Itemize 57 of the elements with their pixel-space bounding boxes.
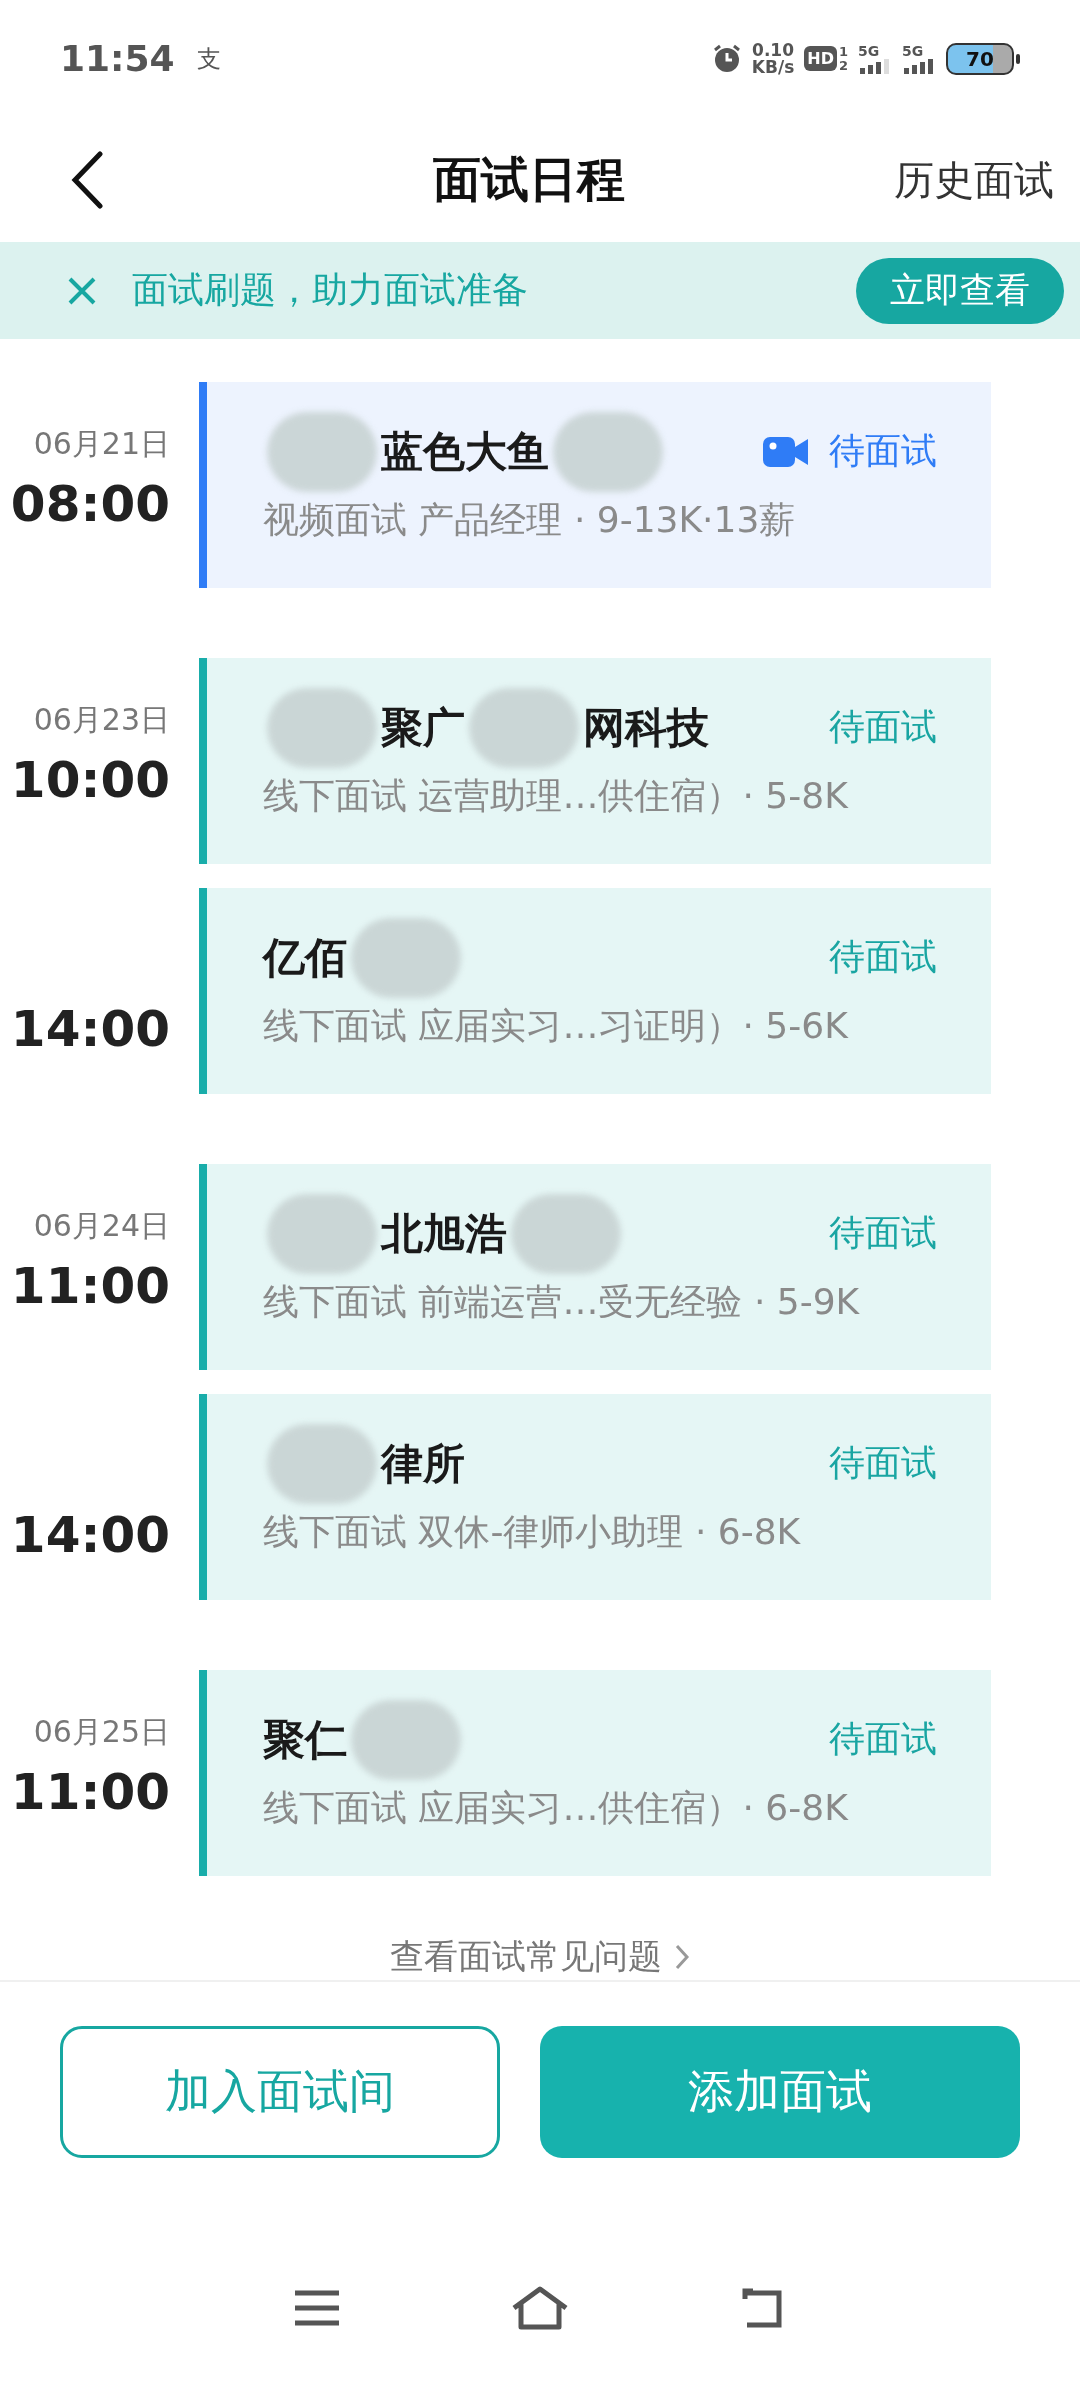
sim-slot-number: 2 bbox=[838, 58, 848, 73]
interview-status: 待面试 bbox=[829, 429, 937, 474]
interview-date: 06月24日 bbox=[33, 1206, 170, 1245]
company-name: 蓝色大鱼 bbox=[381, 425, 549, 478]
interview-time: 11:00 bbox=[10, 1762, 170, 1821]
network-type: 5G bbox=[858, 43, 881, 58]
interview-time: 14:00 bbox=[10, 999, 170, 1058]
network-type: 5G bbox=[902, 43, 925, 58]
sim-slot-number: 1 bbox=[838, 44, 848, 59]
interview-details: 线下面试 应届实习…供住宿）· 6-8K bbox=[263, 1785, 850, 1830]
company-name: 聚广 bbox=[381, 701, 465, 754]
network-speed-unit: KB/s bbox=[751, 58, 795, 76]
interview-time: 10:00 bbox=[10, 750, 170, 809]
interview-card[interactable]: 北旭浩 待面试 线下面试 前端运营…受无经验 · 5-9K bbox=[199, 1163, 991, 1370]
history-link[interactable]: 历史面试 bbox=[894, 152, 1054, 208]
company-name: 北旭浩 bbox=[381, 1207, 507, 1260]
network-speed: 0.10 bbox=[752, 41, 794, 59]
interview-time: 11:00 bbox=[10, 1256, 170, 1315]
page-title: 面试日程 bbox=[432, 150, 626, 210]
interview-date: 06月21日 bbox=[33, 424, 170, 463]
interview-card[interactable]: 聚广 网科技 待面试 线下面试 运营助理…供住宿）· 5-8K bbox=[199, 657, 991, 864]
back-icon[interactable] bbox=[70, 151, 104, 210]
interview-status: 待面试 bbox=[829, 1441, 937, 1486]
chevron-right-icon bbox=[674, 1942, 690, 1971]
interview-status: 待面试 bbox=[829, 705, 937, 750]
signal-icon bbox=[902, 57, 934, 74]
video-camera-icon bbox=[763, 434, 809, 469]
interview-card[interactable]: 聚仁 待面试 线下面试 应届实习…供住宿）· 6-8K bbox=[199, 1669, 991, 1876]
interview-card[interactable]: 律所 待面试 线下面试 双休-律师小助理 · 6-8K bbox=[199, 1393, 991, 1600]
battery-level: 70 bbox=[946, 42, 1014, 75]
interview-details: 视频面试 产品经理 · 9-13K·13薪 bbox=[263, 497, 797, 542]
faq-link[interactable]: 查看面试常见问题 bbox=[390, 1933, 662, 1980]
interview-status: 待面试 bbox=[829, 935, 937, 980]
interview-date: 06月25日 bbox=[33, 1712, 170, 1751]
interview-details: 线下面试 应届实习…习证明）· 5-6K bbox=[263, 1003, 850, 1048]
company-name: 律所 bbox=[381, 1437, 465, 1490]
banner-text: 面试刷题，助力面试准备 bbox=[132, 268, 529, 313]
interview-status: 待面试 bbox=[829, 1211, 937, 1256]
interview-time: 14:00 bbox=[10, 1505, 170, 1564]
hd-badge: HD bbox=[804, 46, 837, 72]
interview-date: 06月23日 bbox=[33, 700, 170, 739]
notification-icon: 支 bbox=[196, 42, 221, 75]
alarm-icon bbox=[711, 43, 742, 74]
company-name: 亿佰 bbox=[263, 931, 347, 984]
home-icon[interactable] bbox=[511, 2284, 569, 2331]
interview-card[interactable]: 蓝色大鱼 待面试 视频面试 产品经理 · 9-13K·13薪 bbox=[199, 381, 991, 588]
interview-status: 待面试 bbox=[829, 1717, 937, 1762]
interview-card[interactable]: 亿佰 待面试 线下面试 应届实习…习证明）· 5-6K bbox=[199, 887, 991, 1094]
interview-details: 线下面试 运营助理…供住宿）· 5-8K bbox=[263, 773, 850, 818]
company-name: 聚仁 bbox=[263, 1713, 347, 1766]
interview-time: 08:00 bbox=[10, 474, 170, 533]
clock-time: 11:54 bbox=[60, 38, 175, 80]
interview-details: 线下面试 双休-律师小助理 · 6-8K bbox=[263, 1509, 802, 1554]
company-name: 网科技 bbox=[583, 701, 709, 754]
interview-details: 线下面试 前端运营…受无经验 · 5-9K bbox=[263, 1279, 861, 1324]
signal-icon bbox=[858, 57, 890, 74]
menu-icon[interactable] bbox=[293, 2288, 341, 2327]
